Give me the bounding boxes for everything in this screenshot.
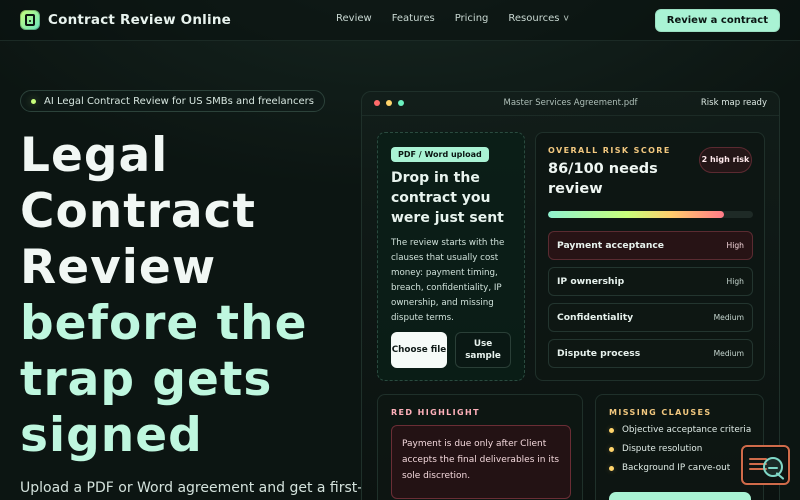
missing-clause-item: Objective acceptance criteria — [609, 425, 751, 435]
hero-title: Legal Contract Review before the trap ge… — [20, 128, 350, 464]
hero-title-line: Contract — [20, 184, 256, 239]
missing-clause-text: Objective acceptance criteria — [622, 425, 752, 435]
window-status: Risk map ready — [700, 98, 767, 108]
upload-actions: Choose file Use sample — [391, 332, 511, 368]
nav-link-label: Review — [336, 13, 372, 24]
brand-title: Contract Review Online — [48, 12, 231, 28]
clause-name: Confidentiality — [557, 312, 634, 323]
clause-row[interactable]: Confidentiality Medium — [548, 303, 753, 332]
hero-pill: AI Legal Contract Review for US SMBs and… — [20, 90, 325, 112]
clause-level: High — [726, 277, 744, 286]
brand[interactable]: Contract Review Online — [20, 10, 231, 30]
review-contract-button[interactable]: Review a contract — [654, 9, 780, 32]
window-titlebar: Master Services Agreement.pdf Risk map r… — [362, 92, 779, 116]
missing-clause-text: Background IP carve-out — [622, 463, 731, 473]
red-highlight-card: RED HIGHLIGHT Payment is due only after … — [377, 394, 583, 500]
upload-title: Drop in the contract you were just sent — [391, 170, 504, 226]
pill-dot-icon — [31, 98, 36, 104]
search-icon[interactable] — [741, 445, 790, 485]
clause-name: Payment acceptance — [557, 240, 665, 251]
upload-dropzone[interactable]: PDF / Word upload Drop in the contract y… — [377, 132, 525, 381]
bullet-icon — [609, 427, 614, 433]
hero-title-line-highlight: before the — [20, 296, 308, 351]
risk-label: OVERALL RISK SCORE — [548, 146, 671, 155]
hero-subtitle: Upload a PDF or Word agreement and get a… — [20, 480, 363, 496]
contract-preview-window: Master Services Agreement.pdf Risk map r… — [361, 91, 780, 500]
nav-link-features[interactable]: Features — [392, 13, 435, 24]
high-risk-badge: 2 high risk — [699, 147, 752, 173]
document-icon-glyph — [25, 14, 35, 26]
clause-row[interactable]: IP ownership High — [548, 267, 753, 296]
clause-row[interactable]: Dispute process Medium — [548, 339, 753, 368]
clause-name: Dispute process — [557, 348, 641, 359]
nav-link-label: Features — [391, 13, 435, 24]
hero-title-line: Review — [20, 240, 217, 295]
nav-link-label: Pricing — [454, 13, 489, 24]
choose-file-button[interactable]: Choose file — [391, 332, 447, 368]
document-icon — [20, 10, 40, 30]
clause-name: IP ownership — [557, 276, 625, 287]
use-sample-button[interactable]: Use sample — [455, 332, 511, 368]
clause-level: Medium — [713, 349, 744, 358]
risk-meter-fill — [548, 211, 725, 218]
missing-clauses-list: Objective acceptance criteria Dispute re… — [609, 425, 751, 473]
nav-link-resources[interactable]: Resources v — [508, 13, 568, 24]
hero-title-line: Legal — [20, 128, 169, 183]
missing-clauses-action[interactable] — [609, 492, 751, 500]
risk-score: 86/100 needs review — [548, 161, 658, 197]
missing-clause-item: Background IP carve-out — [609, 463, 751, 473]
bullet-icon — [609, 446, 614, 452]
missing-clauses-card: MISSING CLAUSES Objective acceptance cri… — [595, 394, 764, 500]
risk-score-card: OVERALL RISK SCORE 86/100 needs review 2… — [535, 132, 765, 381]
nav-links: Review Features Pricing Resources v — [336, 13, 569, 24]
nav-link-pricing[interactable]: Pricing — [455, 13, 489, 24]
risk-meter — [548, 211, 753, 218]
clause-level: Medium — [713, 313, 744, 322]
hero-title-line-highlight: signed — [20, 408, 203, 463]
red-highlight-text: Payment is due only after Client accepts… — [391, 425, 571, 499]
missing-clause-item: Dispute resolution — [609, 444, 751, 454]
nav-link-label: Resources — [508, 13, 560, 24]
hero-title-line-highlight: trap gets — [20, 352, 273, 407]
clause-level: High — [726, 241, 744, 250]
bullet-icon — [609, 465, 614, 471]
nav-link-review[interactable]: Review — [336, 13, 372, 24]
clause-row[interactable]: Payment acceptance High — [548, 231, 753, 260]
red-highlight-label: RED HIGHLIGHT — [391, 408, 480, 417]
hero-pill-text: AI Legal Contract Review for US SMBs and… — [44, 95, 314, 107]
chevron-down-icon: v — [563, 13, 569, 23]
missing-clause-text: Dispute resolution — [622, 444, 703, 454]
upload-badge: PDF / Word upload — [391, 147, 489, 162]
upload-body: The review starts with the clauses that … — [391, 238, 505, 323]
top-navigation: Contract Review Online Review Features P… — [0, 0, 800, 41]
missing-clauses-label: MISSING CLAUSES — [609, 408, 712, 417]
